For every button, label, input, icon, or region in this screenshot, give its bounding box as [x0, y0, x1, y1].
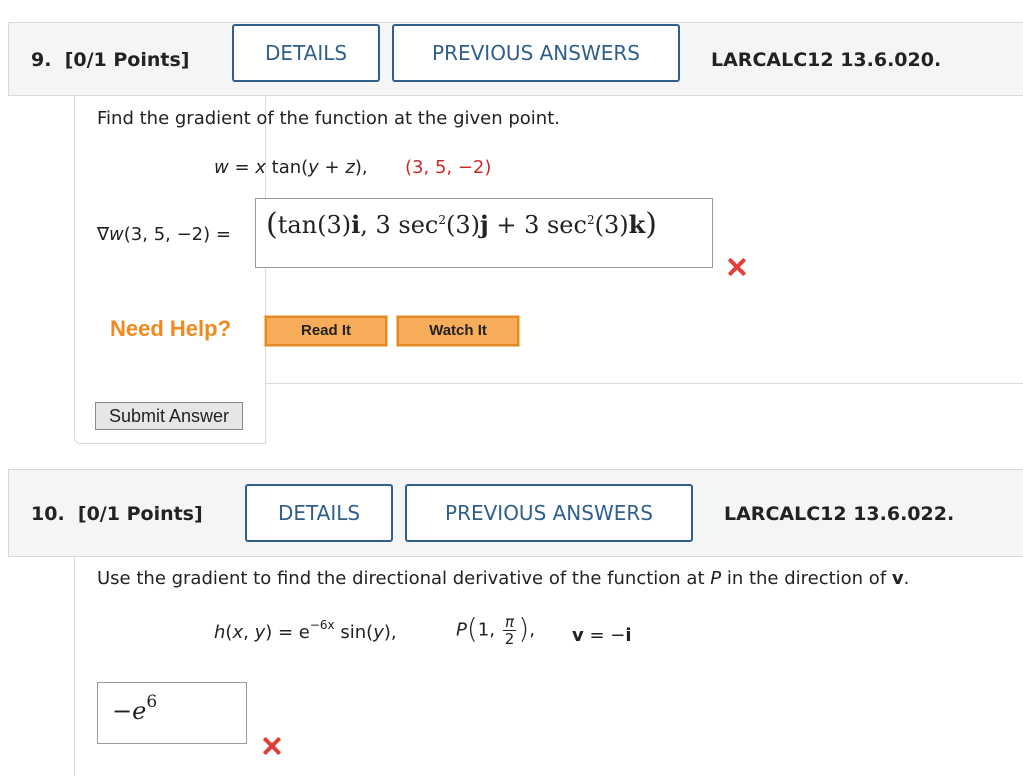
details-button[interactable]: DETAILS — [245, 484, 393, 542]
question-9-reference: LARCALC12 13.6.020. — [711, 49, 942, 71]
previous-answers-button[interactable]: PREVIOUS ANSWERS — [405, 484, 693, 542]
question-10-prompt: Use the gradient to find the directional… — [97, 568, 910, 589]
question-9-header: 9. [0/1 Points] DETAILS PREVIOUS ANSWERS… — [8, 22, 1023, 96]
incorrect-icon — [262, 736, 282, 756]
point-p: P(1, π 2), — [456, 612, 535, 648]
divider — [265, 383, 1023, 384]
given-point: (3, 5, −2) — [405, 157, 492, 178]
question-10-number: 10. [0/1 Points] — [31, 503, 203, 525]
directional-derivative-answer-field[interactable]: −e6 — [97, 682, 247, 744]
watch-it-button[interactable]: Watch It — [396, 315, 520, 347]
question-9-points: [0/1 Points] — [64, 49, 190, 71]
question-10-header: 10. [0/1 Points] DETAILS PREVIOUS ANSWER… — [8, 469, 1023, 557]
gradient-label: ∇w(3, 5, −2) = — [97, 224, 231, 245]
direction-vector: v = −i — [572, 625, 632, 646]
need-help-label: Need Help? — [110, 316, 232, 341]
function-expression: w = x tan(y + z), (3, 5, −2) — [214, 157, 492, 178]
question-9-number: 9. [0/1 Points] — [31, 49, 190, 71]
incorrect-icon — [727, 257, 747, 277]
question-9-prompt: Find the gradient of the function at the… — [97, 108, 560, 129]
question-10-panel — [74, 557, 75, 776]
read-it-button[interactable]: Read It — [264, 315, 388, 347]
gradient-answer-field[interactable]: (tan(3)i, 3 sec2(3)j + 3 sec2(3)k) — [255, 198, 713, 268]
function-h-expression: h(x, y) = e−6x sin(y), — [214, 618, 397, 643]
divider — [265, 383, 266, 443]
submit-answer-button[interactable]: Submit Answer — [95, 402, 243, 430]
details-button[interactable]: DETAILS — [232, 24, 380, 82]
question-10-reference: LARCALC12 13.6.022. — [724, 503, 955, 525]
previous-answers-button[interactable]: PREVIOUS ANSWERS — [392, 24, 680, 82]
question-9-panel — [74, 96, 266, 444]
question-10-points: [0/1 Points] — [77, 503, 203, 525]
